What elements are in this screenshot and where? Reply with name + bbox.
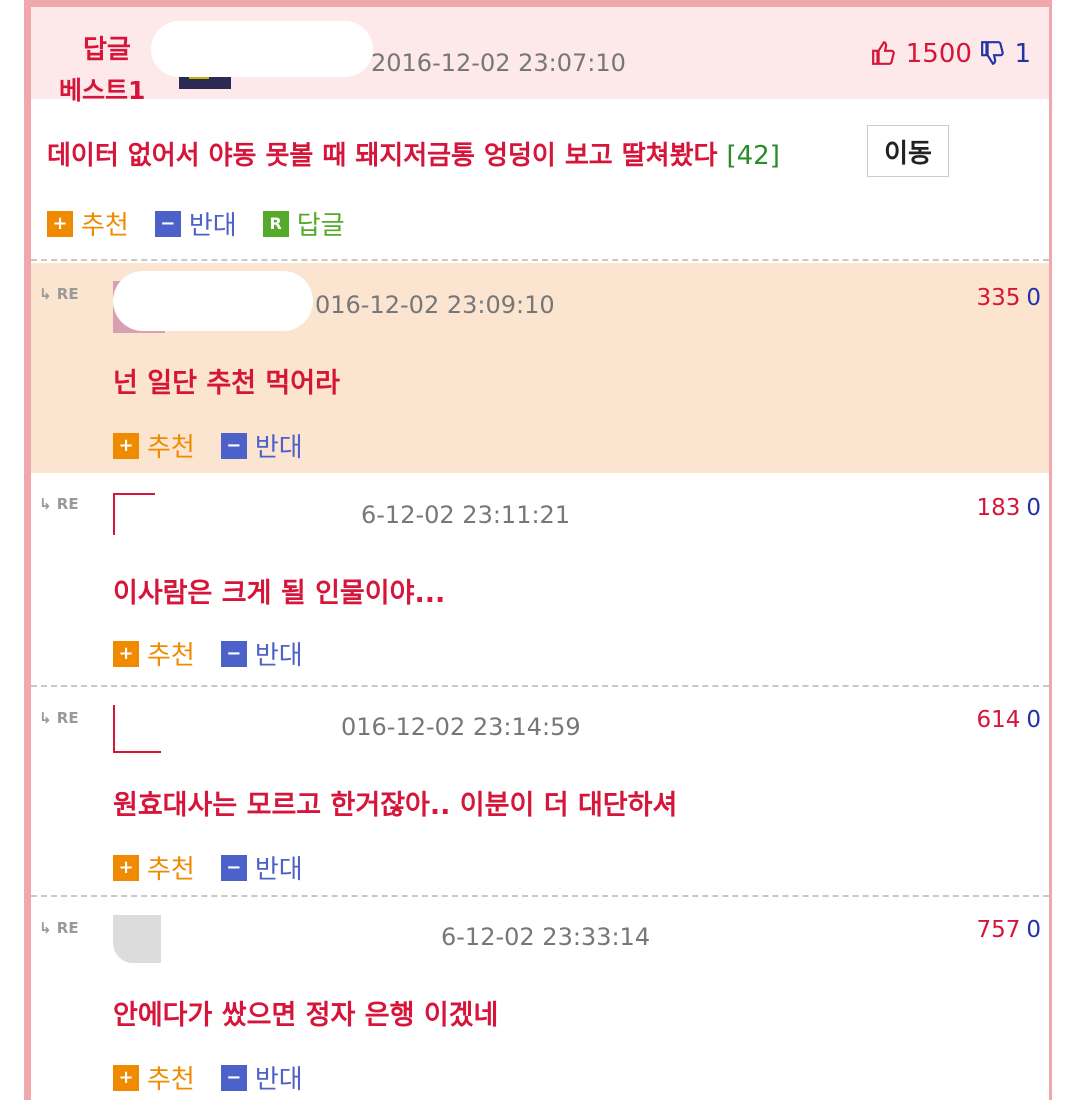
redacted-commenter-name bbox=[113, 271, 313, 331]
post-actions: + 추천 − 반대 R 답글 bbox=[47, 205, 371, 242]
comment-down-count[interactable]: 0 bbox=[1026, 917, 1041, 943]
comment-up-count[interactable]: 614 bbox=[976, 707, 1020, 733]
post-title-text[interactable]: 데이터 없어서 야동 못볼 때 돼지저금통 엉덩이 보고 딸쳐봤다 bbox=[47, 141, 717, 171]
best-label-rank: 베스트1 bbox=[59, 76, 146, 105]
comment-text: 안에다가 쌌으면 정자 은행 이겠네 bbox=[113, 1000, 499, 1031]
comment-up-count[interactable]: 757 bbox=[976, 917, 1020, 943]
comment-actions: + 추천 − 반대 bbox=[113, 635, 329, 672]
minus-icon: − bbox=[220, 640, 247, 667]
post-up-count: 1500 bbox=[905, 39, 972, 69]
oppose-button[interactable]: − 반대 bbox=[220, 635, 303, 672]
plus-icon: + bbox=[113, 640, 139, 667]
recommend-label: 추천 bbox=[81, 211, 129, 241]
comment-item: ↳ RE 6-12-02 23:11:21 183 0 이사람은 크게 될 인물이… bbox=[31, 473, 1049, 683]
comment-up-count[interactable]: 183 bbox=[976, 495, 1020, 521]
comment-item: ↳ RE 016-12-02 23:09:10 335 0 넌 일단 추천 먹어라… bbox=[31, 263, 1049, 473]
reply-button[interactable]: R 답글 bbox=[262, 205, 345, 242]
reply-label: 답글 bbox=[296, 211, 345, 241]
recommend-label: 추천 bbox=[147, 641, 195, 671]
comment-actions: + 추천 − 반대 bbox=[113, 427, 329, 464]
redacted-author-name bbox=[151, 21, 373, 77]
re-tag: ↳ RE bbox=[39, 285, 79, 303]
recommend-label: 추천 bbox=[147, 1065, 195, 1095]
comment-score: 335 0 bbox=[976, 285, 1041, 311]
post-title[interactable]: 데이터 없어서 야동 못볼 때 돼지저금통 엉덩이 보고 딸쳐봤다 [42] bbox=[47, 135, 780, 172]
minus-icon: − bbox=[154, 210, 181, 237]
comment-date: 6-12-02 23:11:21 bbox=[361, 501, 571, 529]
comment-date: 6-12-02 23:33:14 bbox=[441, 923, 651, 951]
re-tag: ↳ RE bbox=[39, 919, 79, 937]
recommend-label: 추천 bbox=[147, 855, 195, 885]
re-tag: ↳ RE bbox=[39, 495, 79, 513]
comment-item: ↳ RE 6-12-02 23:33:14 757 0 안에다가 쌌으면 정자 은… bbox=[31, 897, 1049, 1100]
minus-icon: − bbox=[220, 432, 247, 459]
commenter-avatar[interactable] bbox=[113, 705, 161, 753]
plus-icon: + bbox=[113, 854, 139, 881]
oppose-button[interactable]: − 반대 bbox=[220, 427, 303, 464]
oppose-label: 반대 bbox=[254, 641, 303, 671]
post-comment-count: [42] bbox=[726, 141, 780, 171]
comment-score: 183 0 bbox=[976, 495, 1041, 521]
commenter-avatar[interactable] bbox=[113, 493, 155, 535]
minus-icon: − bbox=[220, 1064, 247, 1091]
recommend-button[interactable]: + 추천 bbox=[47, 205, 129, 242]
comment-score: 614 0 bbox=[976, 707, 1041, 733]
commenter-avatar[interactable] bbox=[113, 915, 161, 963]
comment-up-count[interactable]: 335 bbox=[976, 285, 1020, 311]
recommend-button[interactable]: + 추천 bbox=[113, 849, 195, 886]
post-header: 답글 베스트1 2016-12-02 23:07:10 1500 1 bbox=[31, 7, 1049, 105]
best-reply-panel: 답글 베스트1 2016-12-02 23:07:10 1500 1 데이터 없… bbox=[24, 0, 1052, 1100]
plus-icon: + bbox=[113, 432, 139, 459]
post-date: 2016-12-02 23:07:10 bbox=[371, 49, 626, 77]
recommend-button[interactable]: + 추천 bbox=[113, 427, 195, 464]
recommend-button[interactable]: + 추천 bbox=[113, 1059, 195, 1096]
post-down-count: 1 bbox=[1014, 39, 1031, 69]
reply-r-icon: R bbox=[262, 210, 289, 237]
comment-item: ↳ RE 016-12-02 23:14:59 614 0 원효대사는 모르고 한… bbox=[31, 687, 1049, 895]
oppose-button[interactable]: − 반대 bbox=[220, 849, 303, 886]
oppose-label: 반대 bbox=[188, 211, 237, 241]
best-label-reply: 답글 bbox=[83, 35, 131, 65]
comment-date: 016-12-02 23:14:59 bbox=[341, 713, 581, 741]
redacted-commenter-name bbox=[181, 479, 361, 539]
thumb-up-icon[interactable] bbox=[871, 39, 905, 69]
thumb-down-icon[interactable] bbox=[980, 39, 1014, 69]
comment-down-count[interactable]: 0 bbox=[1026, 707, 1041, 733]
re-tag: ↳ RE bbox=[39, 709, 79, 727]
comment-down-count[interactable]: 0 bbox=[1026, 285, 1041, 311]
comment-down-count[interactable]: 0 bbox=[1026, 495, 1041, 521]
divider bbox=[31, 259, 1049, 261]
comment-actions: + 추천 − 반대 bbox=[113, 849, 329, 886]
comment-score: 757 0 bbox=[976, 917, 1041, 943]
plus-icon: + bbox=[47, 210, 73, 237]
minus-icon: − bbox=[220, 854, 247, 881]
recommend-button[interactable]: + 추천 bbox=[113, 635, 195, 672]
plus-icon: + bbox=[113, 1064, 139, 1091]
oppose-label: 반대 bbox=[254, 433, 303, 463]
oppose-button[interactable]: − 반대 bbox=[220, 1059, 303, 1096]
comment-text: 이사람은 크게 될 인물이야... bbox=[113, 578, 446, 609]
oppose-label: 반대 bbox=[254, 1065, 303, 1095]
comment-actions: + 추천 − 반대 bbox=[113, 1059, 329, 1096]
oppose-label: 반대 bbox=[254, 855, 303, 885]
recommend-label: 추천 bbox=[147, 433, 195, 463]
post-vote-counts: 1500 1 bbox=[871, 39, 1031, 69]
comment-text: 넌 일단 추천 먹어라 bbox=[113, 368, 340, 399]
comment-text: 원효대사는 모르고 한거잖아.. 이분이 더 대단하셔 bbox=[113, 790, 678, 821]
oppose-button[interactable]: − 반대 bbox=[154, 205, 237, 242]
comment-date: 016-12-02 23:09:10 bbox=[315, 291, 555, 319]
move-button[interactable]: 이동 bbox=[867, 125, 949, 177]
